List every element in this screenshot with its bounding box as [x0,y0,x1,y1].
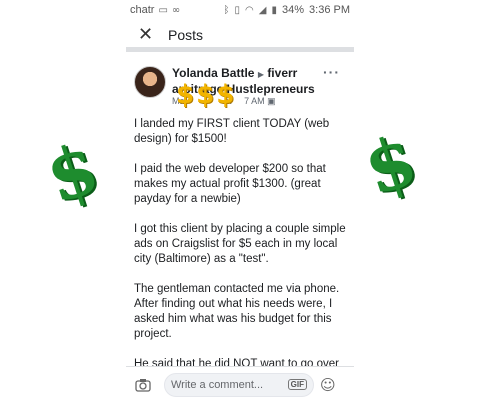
clock: 3:36 PM [309,4,350,16]
top-bar: ✕ Posts [126,22,354,52]
post-paragraph: I got this client by placing a couple si… [134,223,346,265]
post-header: Yolanda Battle ▶ fiverr arbitrage Hustle… [134,64,348,114]
phone-screen: chatr ▭ ∞ ᛒ ▯ ◠ ◢ ▮ 34% 3:36 PM ✕ Posts … [126,0,354,402]
post-time: 7 AM [244,96,265,106]
dollar-sign-icon: $ [36,125,109,220]
arrow-right-icon: ▶ [257,70,264,79]
page-title: Posts [168,26,204,43]
post-paragraph: The gentleman contacted me via phone. Af… [134,283,340,340]
close-icon[interactable]: ✕ [138,24,158,45]
comment-input[interactable]: Write a comment... GIF [164,372,314,397]
post-body: I landed my FIRST client TODAY (web desi… [134,117,350,367]
signal-icon: ◢ [258,4,267,16]
wifi-icon: ◠ [245,4,254,16]
vibrate-icon: ▯ [234,4,241,16]
more-options-icon[interactable]: ··· [323,64,340,80]
bluetooth-icon: ᛒ [223,4,230,16]
comment-placeholder: Write a comment... [171,378,264,391]
camera-icon[interactable] [134,376,152,394]
gold-dollar-icon: $ [176,80,195,110]
author-name[interactable]: Yolanda Battle [172,66,254,80]
comment-bar: Write a comment... GIF ☺ [126,366,354,402]
carrier-name: chatr [130,4,155,16]
message-icon: ▭ [158,4,168,16]
gif-icon[interactable]: GIF [287,379,307,390]
battery-percent: 34% [282,4,305,16]
status-bar: chatr ▭ ∞ ᛒ ▯ ◠ ◢ ▮ 34% 3:36 PM [126,0,354,20]
voicemail-icon: ∞ [171,4,181,16]
avatar[interactable] [134,66,166,98]
privacy-icon: ▣ [267,96,276,106]
gold-dollar-icon: $ [196,80,215,110]
post-paragraph: I landed my FIRST client TODAY (web desi… [134,118,330,145]
post-paragraph: I paid the web developer $200 so that ma… [134,163,326,205]
battery-icon: ▮ [271,4,277,16]
coin-stickers: $ $ $ [176,82,234,108]
gold-dollar-icon: $ [216,80,235,110]
dollar-sign-icon: $ [354,117,427,212]
emoji-icon[interactable]: ☺ [320,376,336,394]
